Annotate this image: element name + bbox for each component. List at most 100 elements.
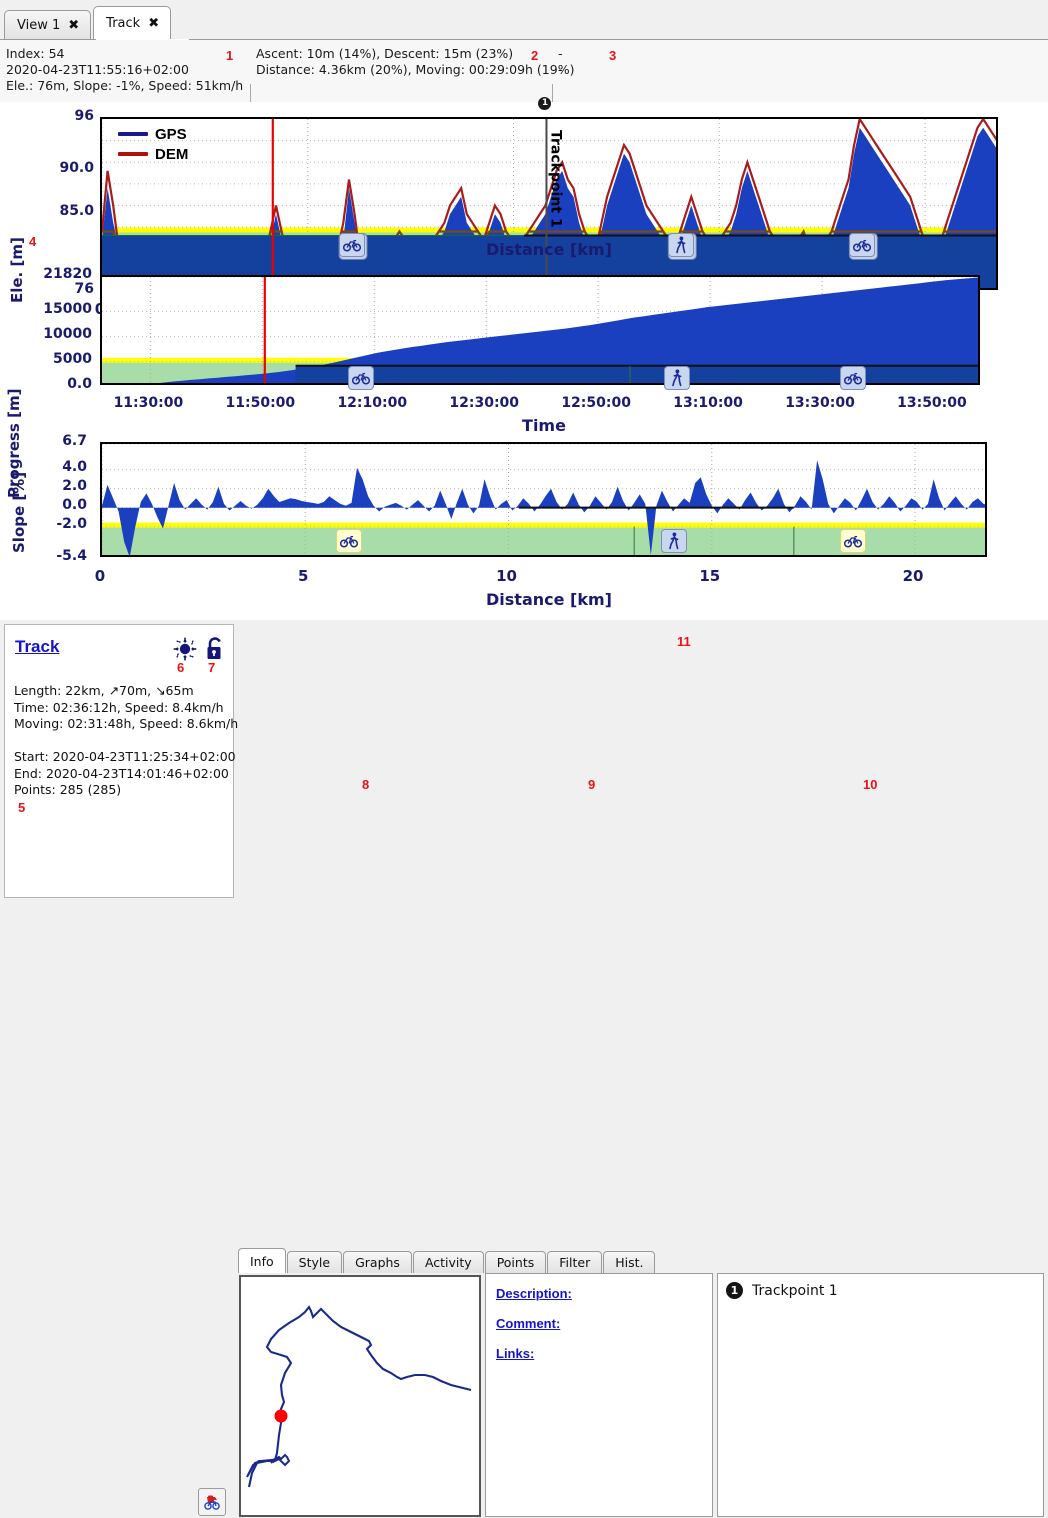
annotation-number-9: 9 xyxy=(588,777,596,792)
tab-filter[interactable]: Filter xyxy=(547,1251,603,1273)
tab-points[interactable]: Points xyxy=(484,1251,547,1273)
tab-activity[interactable]: Activity xyxy=(412,1251,484,1273)
info-column-empty: - - xyxy=(558,46,563,78)
bicycle-icon[interactable] xyxy=(347,365,374,390)
annotation-number-7: 7 xyxy=(208,660,216,675)
info-timestamp: 2020-04-23T11:55:16+02:00 xyxy=(6,62,189,77)
legend-label-gps: GPS xyxy=(155,125,187,143)
y-tick-label: -5.4 xyxy=(56,548,87,565)
annotation-number-4: 4 xyxy=(29,234,37,249)
track-stats: Length: 22km, ↗︎70m, ↘︎65m Time: 02:36:12… xyxy=(14,683,238,799)
x-tick-label: 11:50:00 xyxy=(225,395,296,411)
trackpoint-number-badge: 1 xyxy=(726,1282,743,1299)
y-tick-label: 6.7 xyxy=(62,433,87,450)
annotation-number-6: 6 xyxy=(177,660,185,675)
tab-track[interactable]: Track ✖ xyxy=(93,6,172,40)
y-tick-label: 4.0 xyxy=(62,458,87,475)
trackpoint-marker-badge[interactable]: 1 xyxy=(538,97,552,110)
track-stat-line: Time: 02:36:12h, Speed: 8.4km/h xyxy=(14,699,224,715)
legend-label-dem: DEM xyxy=(155,145,189,163)
trackpoint-marker-label: Trackpoint 1 xyxy=(547,130,564,228)
x-tick-label: 12:10:00 xyxy=(337,395,408,411)
graph-stack: Ele. [m] 96 90.0 85.0 76 GPS DEM 0 5 10 15 20 D… xyxy=(0,97,1048,620)
info-empty-line-2: - xyxy=(558,62,563,77)
tab-view-1-label: View 1 xyxy=(17,18,61,33)
tab-style[interactable]: Style xyxy=(286,1251,343,1273)
info-column-point: Index: 54 2020-04-23T11:55:16+02:00 Ele.… xyxy=(6,46,243,94)
track-title-link[interactable]: Track xyxy=(15,637,59,657)
info-detail-panel: Description: Comment: Links: xyxy=(485,1273,713,1517)
trackpoint-info-bar: Index: 54 2020-04-23T11:55:16+02:00 Ele.… xyxy=(0,40,1048,138)
detail-tab-strip: Info Style Graphs Activity Points Filter Hist. xyxy=(238,1248,656,1273)
bicycle-icon[interactable] xyxy=(849,233,876,258)
annotation-number-10: 10 xyxy=(863,777,878,792)
x-tick-label: 20 xyxy=(902,567,924,585)
walking-icon[interactable] xyxy=(661,528,688,553)
trackpoint-list-panel: 1 Trackpoint 1 xyxy=(717,1273,1044,1517)
x-tick-label: 13:30:00 xyxy=(785,395,855,411)
track-summary-panel: Track Length: 22km, ↗︎70m, ↘︎65m Time: 0… xyxy=(4,624,238,898)
track-stat-line: Length: 22km, ↗︎70m, ↘︎65m xyxy=(14,683,194,698)
y-tick-label: 76 xyxy=(74,281,94,298)
bottom-panel: Track Length: 22km, ↗︎70m, ↘︎65m Time: 0… xyxy=(0,620,1048,1517)
info-column-segment: Ascent: 10m (14%), Descent: 15m (23%) Di… xyxy=(256,46,574,78)
annotation-number-3: 3 xyxy=(609,48,617,63)
bicycle-icon[interactable] xyxy=(335,528,362,553)
legend-line-gps xyxy=(118,132,148,136)
track-shape-icon[interactable] xyxy=(198,1488,226,1516)
y-tick-label: 10000 xyxy=(43,325,92,342)
y-tick-label: -2.0 xyxy=(56,516,87,532)
annotation-number-2: 2 xyxy=(531,48,539,63)
y-tick-label: 0.0 xyxy=(67,376,92,393)
y-tick-label: 5000 xyxy=(53,351,92,368)
bicycle-icon[interactable] xyxy=(840,365,867,390)
slope-y-axis-label: Slope [%] xyxy=(10,471,28,553)
walking-icon[interactable] xyxy=(664,365,691,390)
links-link[interactable]: Links: xyxy=(496,1346,534,1361)
bicycle-icon[interactable] xyxy=(339,233,366,258)
tab-view-1[interactable]: View 1 ✖ xyxy=(4,10,92,40)
description-link[interactable]: Description: xyxy=(496,1286,572,1301)
legend-line-dem xyxy=(118,152,148,156)
track-stat-line xyxy=(14,733,238,750)
elevation-y-axis-label: Ele. [m] xyxy=(8,237,26,303)
x-tick-label: 13:10:00 xyxy=(673,395,743,411)
y-tick-label: 21820 xyxy=(43,266,92,283)
close-icon[interactable]: ✖ xyxy=(68,19,79,32)
y-tick-label: 2.0 xyxy=(62,477,87,494)
x-tick-label: 12:50:00 xyxy=(561,395,631,411)
bicycle-icon[interactable] xyxy=(840,528,867,553)
legend-entry-dem: DEM xyxy=(118,144,188,164)
y-tick-label: 90.0 xyxy=(59,160,94,177)
annotation-number-1: 1 xyxy=(226,48,234,63)
elevation-x-axis-title: Distance [km] xyxy=(486,240,612,259)
walking-icon[interactable] xyxy=(668,233,695,258)
window-tab-bar: View 1 ✖ Track ✖ xyxy=(0,0,1048,41)
elevation-legend: GPS DEM xyxy=(118,124,188,164)
track-map-thumbnail[interactable] xyxy=(239,1275,481,1517)
y-tick-label: 15000 xyxy=(43,300,92,317)
progress-x-axis-title: Time xyxy=(522,416,566,435)
trackpoint-label: Trackpoint 1 xyxy=(752,1282,838,1299)
comment-link[interactable]: Comment: xyxy=(496,1316,560,1331)
info-empty-line-1: - xyxy=(558,46,563,61)
track-stat-line: Moving: 02:31:48h, Speed: 8.6km/h xyxy=(14,716,239,731)
track-stat-line: Points: 285 (285) xyxy=(14,782,122,797)
x-tick-label: 5 xyxy=(298,567,309,585)
info-distance-moving: Distance: 4.36km (20%), Moving: 00:29:09… xyxy=(256,62,575,77)
info-ascent-descent: Ascent: 10m (14%), Descent: 15m (23%) xyxy=(256,46,514,61)
tab-info[interactable]: Info xyxy=(238,1248,286,1273)
x-tick-label: 11:30:00 xyxy=(113,395,184,411)
y-tick-label: 0.0 xyxy=(62,496,87,513)
x-tick-label: 13:50:00 xyxy=(897,395,967,411)
trackpoint-list-item[interactable]: 1 Trackpoint 1 xyxy=(726,1282,838,1299)
legend-entry-gps: GPS xyxy=(118,124,188,144)
track-stat-line: Start: 2020-04-23T11:25:34+02:00 xyxy=(14,749,236,764)
y-tick-label: 96 xyxy=(74,108,94,125)
info-ele-slope-speed: Ele.: 76m, Slope: -1%, Speed: 51km/h xyxy=(6,78,244,93)
y-tick-label: 85.0 xyxy=(59,203,94,220)
close-icon[interactable]: ✖ xyxy=(148,17,159,30)
tab-graphs[interactable]: Graphs xyxy=(343,1251,412,1273)
info-index: Index: 54 xyxy=(6,46,65,61)
tab-hist[interactable]: Hist. xyxy=(603,1251,656,1273)
